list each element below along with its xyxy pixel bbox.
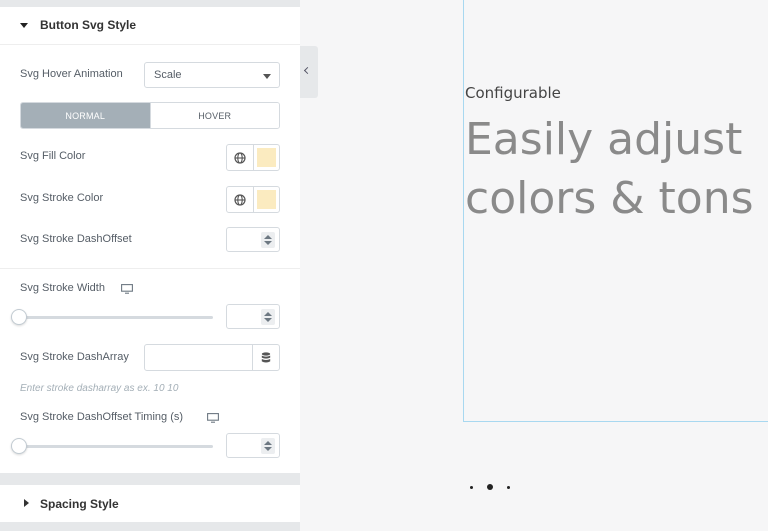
global-colors-button[interactable] [226, 186, 254, 213]
stepper-up-icon [264, 312, 272, 316]
slider-handle[interactable] [11, 438, 27, 454]
preview-headline-line-1: Easily adjust [465, 114, 743, 165]
tab-hover[interactable]: HOVER [149, 103, 279, 128]
globe-icon [234, 152, 246, 164]
svg-stroke-width-slider[interactable] [20, 316, 213, 319]
stepper-down-icon [264, 241, 272, 245]
number-stepper[interactable] [261, 438, 275, 454]
svg-stroke-color-label: Svg Stroke Color [20, 192, 104, 204]
section-header-button-svg-style[interactable]: Button Svg Style [0, 7, 300, 45]
preview-headline-line-2: colors & tons [465, 173, 754, 224]
svg-stroke-dashoffset-label: Svg Stroke DashOffset [20, 233, 132, 245]
desktop-icon[interactable] [207, 413, 219, 423]
caret-down-icon [20, 23, 28, 28]
number-stepper[interactable] [261, 232, 275, 248]
caret-right-icon [24, 499, 29, 507]
section-header-spacing-style[interactable]: Spacing Style [0, 485, 300, 522]
svg-stroke-color-picker[interactable] [253, 186, 280, 213]
carousel-dot-active[interactable] [487, 484, 493, 490]
svg-stroke-dashoffset-timing-input[interactable] [226, 433, 280, 458]
svg-stroke-dashoffset-timing-slider[interactable] [20, 445, 213, 448]
stepper-down-icon [264, 447, 272, 451]
svg-hover-animation-select[interactable]: Scale [144, 62, 280, 88]
svg-fill-color-label: Svg Fill Color [20, 150, 86, 162]
global-colors-button[interactable] [226, 144, 254, 171]
dynamic-tags-button[interactable] [252, 344, 280, 371]
preview-eyebrow: Configurable [465, 84, 561, 102]
carousel-dot[interactable] [470, 485, 473, 489]
database-icon [261, 352, 271, 363]
carousel-dot[interactable] [507, 485, 510, 489]
button-svg-style-section: Button Svg Style Svg Hover Animation Sca… [0, 7, 300, 473]
color-swatch [257, 148, 276, 167]
color-swatch [257, 190, 276, 209]
globe-icon [234, 194, 246, 206]
svg-hover-animation-label: Svg Hover Animation [20, 68, 123, 80]
tab-normal[interactable]: NORMAL [21, 103, 150, 128]
svg-fill-color-picker[interactable] [253, 144, 280, 171]
state-tabs: NORMAL HOVER [20, 102, 280, 129]
carousel-dots [470, 484, 510, 490]
desktop-icon[interactable] [121, 284, 133, 294]
svg-stroke-width-input[interactable] [226, 304, 280, 329]
chevron-down-icon [263, 74, 271, 79]
number-stepper[interactable] [261, 309, 275, 325]
chevron-left-icon [303, 66, 312, 75]
stepper-down-icon [264, 318, 272, 322]
section-title: Button Svg Style [40, 18, 137, 32]
stepper-up-icon [264, 441, 272, 445]
editor-panel: Button Svg Style Svg Hover Animation Sca… [0, 0, 300, 531]
svg-stroke-dashoffset-input[interactable] [226, 227, 280, 252]
dasharray-help-text: Enter stroke dasharray as ex. 10 10 [20, 383, 179, 394]
svg-stroke-width-label: Svg Stroke Width [20, 282, 105, 294]
stepper-up-icon [264, 235, 272, 239]
slider-handle[interactable] [11, 309, 27, 325]
divider [0, 268, 300, 269]
section-title: Spacing Style [40, 497, 119, 511]
svg-stroke-dashoffset-timing-label: Svg Stroke DashOffset Timing (s) [20, 411, 184, 423]
svg-stroke-dasharray-label: Svg Stroke DashArray [20, 351, 129, 363]
svg-stroke-dasharray-input[interactable] [144, 344, 253, 371]
collapse-panel-button[interactable] [300, 46, 318, 98]
select-value: Scale [154, 69, 182, 81]
